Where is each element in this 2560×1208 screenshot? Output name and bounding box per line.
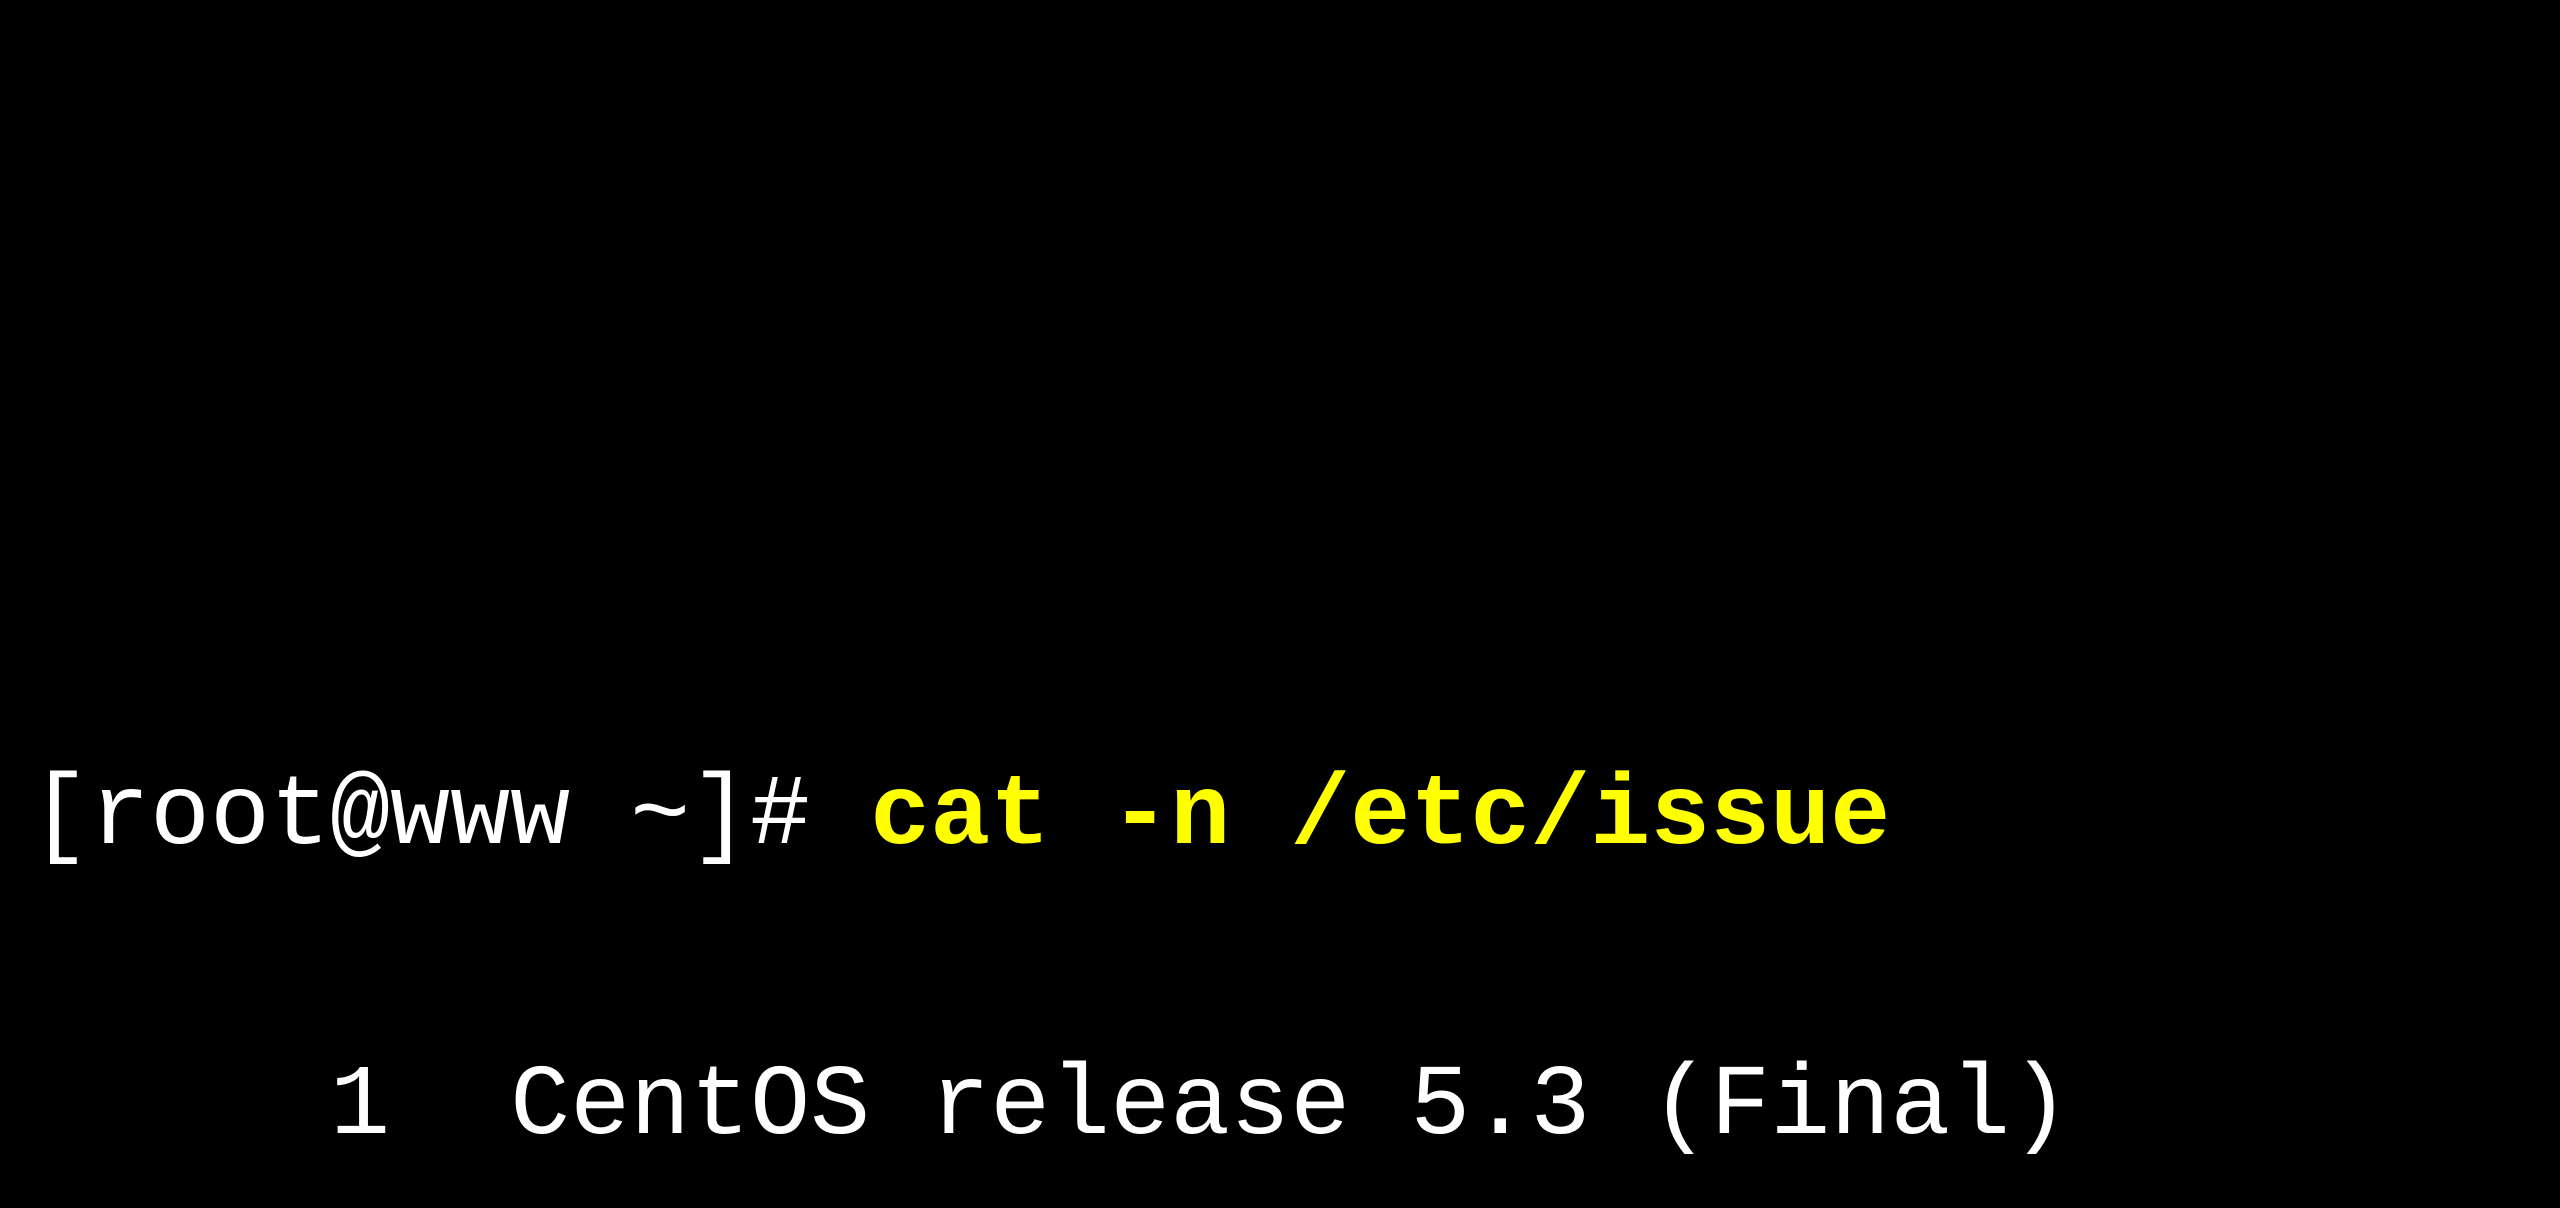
line-number: 1 xyxy=(30,1035,390,1180)
output-line: 1 CentOS release 5.3 (Final) xyxy=(30,1035,2530,1180)
terminal[interactable]: [root@www ~]# cat -n /etc/issue 1 CentOS … xyxy=(30,600,2530,1208)
line-text: CentOS release 5.3 (Final) xyxy=(510,1051,2070,1164)
prompt-line: [root@www ~]# cat -n /etc/issue xyxy=(30,745,2530,890)
prompt-prefix: [root@www ~]# xyxy=(30,761,870,874)
command-text: cat -n /etc/issue xyxy=(870,761,1890,874)
